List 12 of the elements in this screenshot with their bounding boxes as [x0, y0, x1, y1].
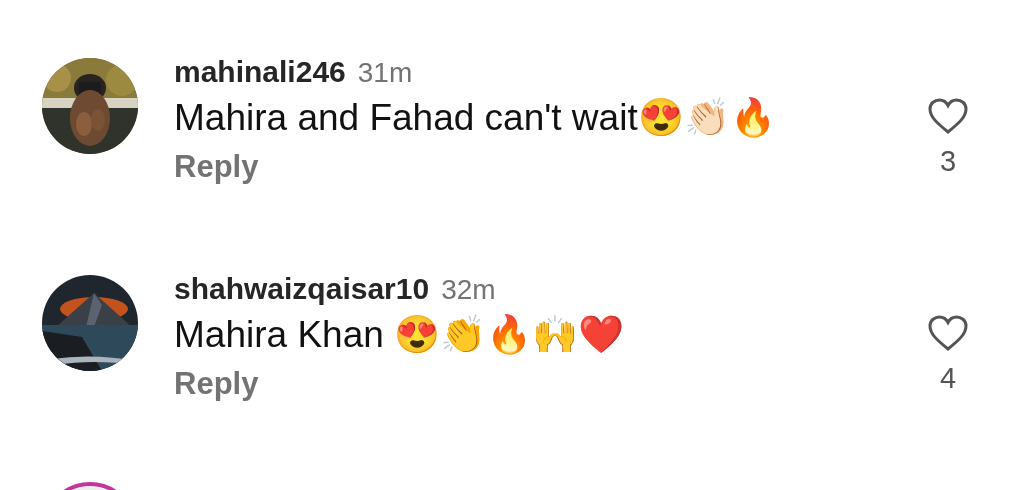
timestamp: 31m — [357, 57, 413, 89]
like-count: 3 — [939, 145, 957, 178]
comment-text: Mahira Khan 😍👏🔥🙌❤ — [174, 313, 625, 357]
timestamp: 32m — [441, 274, 496, 306]
like-count: 4 — [939, 362, 957, 395]
reply-button[interactable]: Reply — [174, 366, 259, 402]
reply-button[interactable]: Reply — [174, 149, 259, 185]
comment-text: Mahira and Fahad can't wait😍👏🏻🔥 — [174, 96, 776, 140]
username[interactable]: shahwaizqaisar10 — [174, 272, 430, 306]
username[interactable]: mahinali246 — [174, 55, 346, 89]
heart-icon[interactable] — [927, 97, 969, 135]
heart-icon[interactable] — [927, 314, 969, 352]
